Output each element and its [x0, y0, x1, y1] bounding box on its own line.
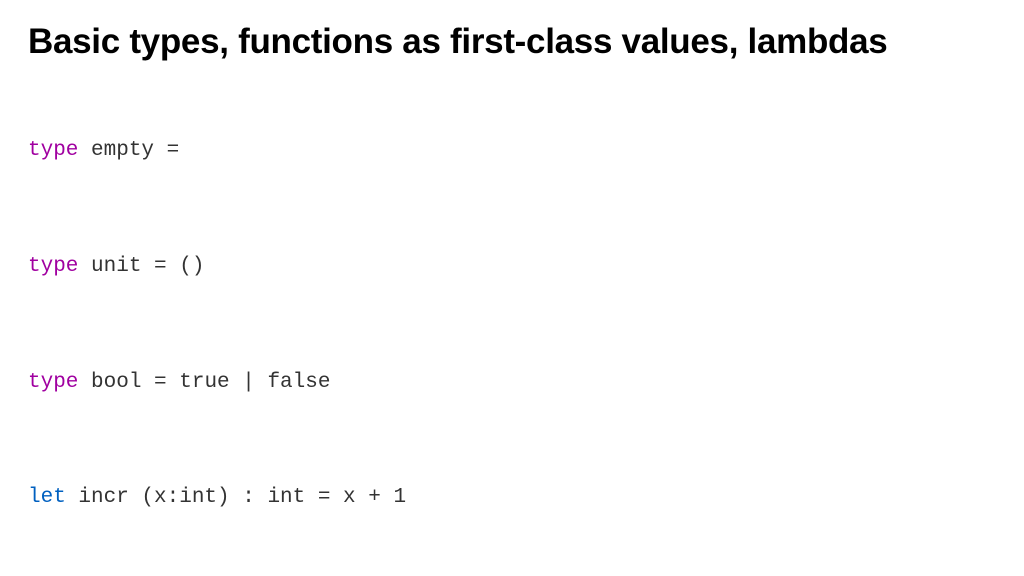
code-text: incr (x:int) : int = x + 1 [66, 486, 406, 509]
keyword-type: type [28, 255, 78, 278]
slide-title: Basic types, functions as first-class va… [28, 22, 996, 62]
code-line: type bool = true | false [28, 370, 996, 395]
code-line: type empty = [28, 138, 996, 163]
code-text: unit = () [78, 255, 204, 278]
code-line: let incr (x:int) : int = x + 1 [28, 485, 996, 510]
slide: Basic types, functions as first-class va… [0, 0, 1024, 576]
code-line: type unit = () [28, 254, 996, 279]
code-text: bool = true | false [78, 371, 330, 394]
code-block: type empty = type unit = () type bool = … [28, 88, 996, 576]
code-text: empty = [78, 139, 179, 162]
keyword-let: let [28, 486, 66, 509]
keyword-type: type [28, 139, 78, 162]
keyword-type: type [28, 371, 78, 394]
